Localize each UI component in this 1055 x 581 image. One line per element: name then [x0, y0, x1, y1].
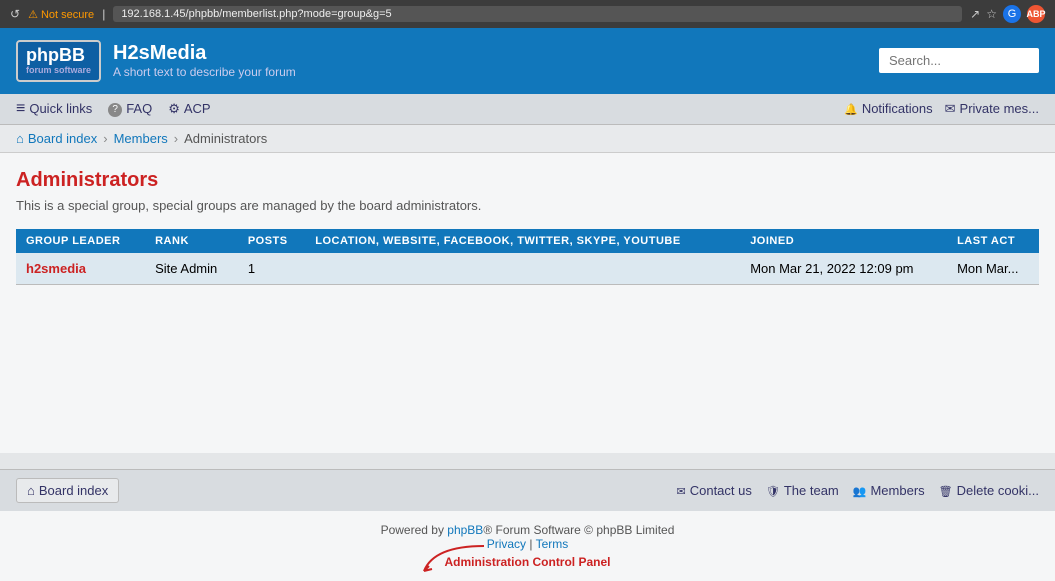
member-username-cell: h2smedia: [16, 253, 145, 285]
faq-link[interactable]: FAQ: [108, 100, 152, 117]
page-description: This is a special group, special groups …: [16, 198, 1039, 213]
arrow-svg: [414, 541, 494, 581]
bookmark-icon[interactable]: ☆: [986, 7, 997, 21]
members-table: GROUP LEADER RANK POSTS LOCATION, WEBSIT…: [16, 229, 1039, 285]
gear-icon: [168, 101, 180, 117]
quick-links-menu[interactable]: Quick links: [16, 100, 92, 118]
breadcrumb: Board index › Members › Administrators: [0, 125, 1055, 153]
col-joined: JOINED: [740, 229, 947, 253]
breadcrumb-sep-1: ›: [103, 131, 107, 146]
private-messages-link[interactable]: Private mes...: [945, 101, 1039, 117]
message-icon: [945, 101, 956, 117]
envelope-icon: [677, 483, 686, 498]
footer-nav-right: Contact us The team Members Delete cooki…: [677, 483, 1040, 498]
menu-icon: [16, 100, 25, 118]
users-icon: [853, 483, 867, 498]
terms-link[interactable]: Terms: [536, 537, 569, 551]
home-icon: [16, 131, 24, 146]
breadcrumb-current: Administrators: [184, 131, 267, 146]
member-location-cell: [305, 253, 740, 285]
col-posts: POSTS: [238, 229, 305, 253]
breadcrumb-home[interactable]: Board index: [16, 131, 97, 146]
phpbb-link[interactable]: phpBB: [447, 523, 483, 537]
site-desc: A short text to describe your forum: [113, 65, 296, 79]
footer-nav: Board index Contact us The team Members …: [0, 469, 1055, 511]
member-last-active-cell: Mon Mar...: [947, 253, 1039, 285]
address-bar[interactable]: 192.168.1.45/phpbb/memberlist.php?mode=g…: [113, 6, 962, 22]
footer-board-index-btn[interactable]: Board index: [16, 478, 119, 503]
adblock-icon[interactable]: ABP: [1027, 5, 1045, 23]
col-location: LOCATION, WEBSITE, FACEBOOK, TWITTER, SK…: [305, 229, 740, 253]
site-title-area: H2sMedia A short text to describe your f…: [113, 42, 296, 79]
footer-bottom: Powered by phpBB® Forum Software © phpBB…: [0, 511, 1055, 581]
table-header-row: GROUP LEADER RANK POSTS LOCATION, WEBSIT…: [16, 229, 1039, 253]
trash-icon: [939, 483, 953, 498]
nav-bar: Quick links FAQ ACP Notifications Privat…: [0, 94, 1055, 125]
privacy-terms-line: Privacy | Terms: [12, 537, 1043, 551]
member-posts-cell: 1: [238, 253, 305, 285]
member-rank-cell: Site Admin: [145, 253, 238, 285]
member-username-link[interactable]: h2smedia: [26, 261, 86, 276]
breadcrumb-members[interactable]: Members: [114, 131, 168, 146]
breadcrumb-sep-2: ›: [174, 131, 178, 146]
col-group-leader: GROUP LEADER: [16, 229, 145, 253]
bell-icon: [844, 101, 858, 116]
the-team-link[interactable]: The team: [766, 483, 839, 498]
main-content: Administrators This is a special group, …: [0, 153, 1055, 453]
table-row: h2smedia Site Admin 1 Mon Mar 21, 2022 1…: [16, 253, 1039, 285]
delete-cookies-link[interactable]: Delete cooki...: [939, 483, 1039, 498]
share-icon[interactable]: ↗: [970, 7, 980, 21]
security-warning: ⚠ Not secure: [28, 8, 94, 21]
reload-icon[interactable]: ↺: [10, 7, 20, 21]
browser-actions: ↗ ☆ G ABP: [970, 5, 1045, 23]
page-title: Administrators: [16, 169, 1039, 192]
logo-text: phpBB: [26, 45, 85, 65]
nav-left: Quick links FAQ ACP: [16, 100, 211, 118]
powered-by-text: Powered by: [381, 523, 448, 537]
logo-area: phpBB forum software H2sMedia A short te…: [16, 40, 296, 82]
nav-right: Notifications Private mes...: [844, 101, 1039, 117]
profile-icon[interactable]: G: [1003, 5, 1021, 23]
site-header: phpBB forum software H2sMedia A short te…: [0, 28, 1055, 94]
contact-us-link[interactable]: Contact us: [677, 483, 752, 498]
col-rank: RANK: [145, 229, 238, 253]
members-link[interactable]: Members: [853, 483, 925, 498]
member-joined-cell: Mon Mar 21, 2022 12:09 pm: [740, 253, 947, 285]
col-last-active: LAST ACT: [947, 229, 1039, 253]
browser-chrome: ↺ ⚠ Not secure | 192.168.1.45/phpbb/memb…: [0, 0, 1055, 28]
copyright-text: ® Forum Software © phpBB Limited: [483, 523, 674, 537]
question-icon: [108, 100, 122, 117]
phpbb-logo[interactable]: phpBB forum software: [16, 40, 101, 82]
acp-link[interactable]: ACP: [168, 101, 210, 117]
logo-subtext: forum software: [26, 66, 91, 76]
search-input[interactable]: [879, 48, 1039, 73]
powered-by-line: Powered by phpBB® Forum Software © phpBB…: [12, 523, 1043, 537]
site-name: H2sMedia: [113, 42, 296, 65]
footer-home-icon: [27, 483, 35, 498]
shield-icon: [766, 483, 780, 498]
notifications-link[interactable]: Notifications: [844, 101, 933, 116]
